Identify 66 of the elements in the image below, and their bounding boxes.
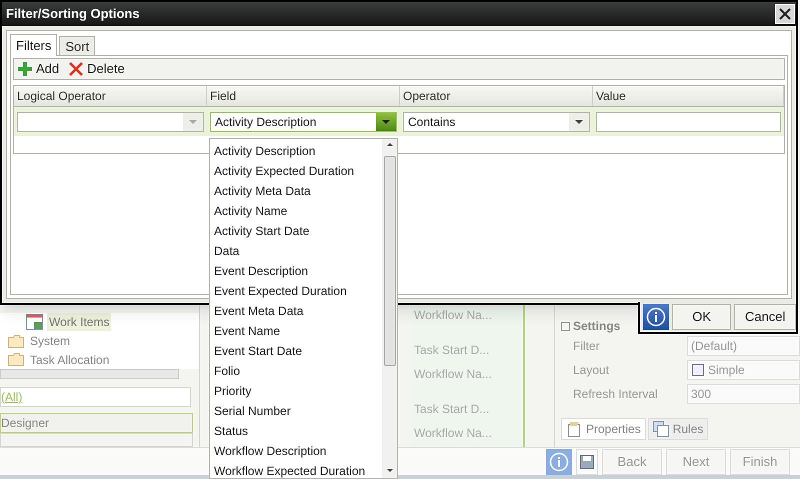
close-button[interactable] [775,4,795,24]
caret-icon [382,120,390,124]
window-title: Filter/Sorting Options [6,5,140,24]
dropdown-option[interactable]: Data [214,241,240,261]
list-item: Workflow Na... [414,366,493,383]
dropdown-button[interactable] [569,112,589,130]
dropdown-option[interactable]: Priority [214,381,252,401]
dialog-button[interactable]: Cancel [734,304,796,330]
property-label: Layout [573,362,610,379]
dropdown-option[interactable]: Event Expected Duration [214,281,347,301]
operator-select[interactable]: Contains [403,112,590,132]
field-select[interactable]: Activity Description [210,112,397,132]
document-icon [566,421,582,437]
dropdown-option[interactable]: Event Name [214,321,280,341]
dropdown-option[interactable]: Folio [214,361,240,381]
dropdown-button[interactable] [376,112,396,130]
filter-row[interactable]: Activity Description Contains [14,106,784,136]
dropdown-option[interactable]: Activity Description [214,141,316,161]
tree-item[interactable]: Task Allocation [28,350,112,369]
dropdown-option[interactable]: Activity Start Date [214,221,310,241]
vertical-scrollbar[interactable] [382,139,397,478]
layout-icon [691,363,705,377]
close-icon [779,8,791,20]
save-button[interactable] [576,448,598,474]
info-icon [549,452,569,472]
info-icon [646,307,666,327]
scroll-thumb[interactable] [384,156,396,366]
dropdown-option[interactable]: Event Start Date [214,341,302,361]
list-item: Task Start D... [414,342,490,360]
value-field[interactable] [596,112,781,132]
horizontal-scrollbar[interactable] [0,369,179,378]
property-label: Filter [573,338,601,355]
info-button[interactable] [643,304,669,330]
section-title: Settings [573,318,620,335]
tree-item[interactable]: System [28,332,72,350]
list-icon [652,421,669,437]
folder-icon [8,353,24,366]
folder-icon [8,334,24,348]
dropdown-option[interactable]: Workflow Description [214,441,326,461]
scroll-up-icon[interactable] [386,143,392,146]
delete-button[interactable]: Delete [69,59,125,79]
dropdown-option[interactable]: Activity Name [214,201,288,221]
add-button[interactable]: Add [18,59,60,79]
dropdown-option[interactable]: Activity Expected Duration [214,161,354,181]
tree-item[interactable]: Work Items [47,313,112,332]
tab[interactable]: Sort [59,36,96,56]
dropdown-option[interactable]: Serial Number [214,401,291,421]
dropdown-option[interactable]: Event Description [214,261,308,281]
scroll-down-icon[interactable] [386,469,392,472]
dropdown-option[interactable]: Event Meta Data [214,301,304,321]
list-item: Workflow Na... [414,307,493,324]
dropdown-option[interactable]: Workflow Expected Duration [214,461,366,479]
tab[interactable]: Filters [10,34,58,56]
panel-tab[interactable]: Properties [561,418,646,440]
logical-operator-field[interactable] [17,112,204,132]
dropdown-option[interactable]: Activity Meta Data [214,181,311,201]
property-label: Refresh Interval [573,386,659,403]
cross-icon [69,62,84,76]
list-item: Task Start D... [414,401,490,418]
caret-icon [189,120,197,124]
list-item: Workflow Na... [414,424,493,442]
dialog-button[interactable]: OK [672,304,732,330]
plus-icon [18,62,32,76]
dropdown-option[interactable]: Status [214,421,248,441]
caret-icon [575,120,583,124]
collapse-icon[interactable] [561,322,570,330]
